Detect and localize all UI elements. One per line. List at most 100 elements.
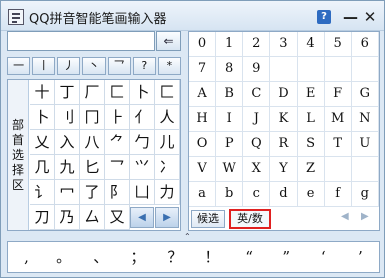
candidates-button[interactable]: 候选 bbox=[191, 210, 225, 228]
character-key[interactable]: d bbox=[270, 182, 298, 207]
radical-key[interactable]: 阝 bbox=[105, 180, 130, 205]
radical-key[interactable]: 匚 bbox=[155, 80, 180, 105]
character-key[interactable]: X bbox=[243, 157, 271, 182]
english-number-mode-button[interactable]: 英/数 bbox=[229, 209, 271, 229]
stroke-input-field[interactable] bbox=[7, 31, 155, 51]
punctuation-key[interactable]: ？ bbox=[156, 242, 193, 272]
radical-key[interactable]: 匕 bbox=[80, 155, 105, 180]
character-key[interactable]: L bbox=[297, 107, 325, 132]
radical-key[interactable]: 亻 bbox=[130, 105, 155, 130]
character-key[interactable]: T bbox=[324, 132, 352, 157]
radical-key[interactable]: 讠 bbox=[30, 180, 55, 205]
character-key[interactable]: W bbox=[216, 157, 244, 182]
key-prev-button[interactable]: ◀ bbox=[341, 211, 349, 222]
character-key[interactable]: D bbox=[270, 82, 298, 107]
character-key[interactable]: 0 bbox=[189, 32, 217, 57]
punctuation-key[interactable]: ‘ bbox=[305, 242, 342, 272]
character-key[interactable]: N bbox=[351, 107, 379, 132]
character-key[interactable]: C bbox=[243, 82, 271, 107]
radical-key[interactable]: 儿 bbox=[155, 130, 180, 155]
character-key[interactable]: A bbox=[189, 82, 217, 107]
punctuation-key[interactable]: 。 bbox=[45, 242, 82, 272]
radical-key[interactable]: 九 bbox=[55, 155, 80, 180]
title-bar[interactable]: QQ拼音智能笔画输入器 ? — ✕ bbox=[1, 1, 384, 31]
radical-next-button[interactable]: ▶ bbox=[155, 207, 179, 228]
character-key[interactable]: b bbox=[216, 182, 244, 207]
character-key[interactable]: f bbox=[324, 182, 352, 207]
radical-key[interactable]: 了 bbox=[80, 180, 105, 205]
character-key[interactable]: U bbox=[351, 132, 379, 157]
radical-key[interactable]: ⺈ bbox=[105, 130, 130, 155]
stroke-button-dian[interactable]: 丶 bbox=[82, 57, 106, 75]
character-key[interactable]: a bbox=[189, 182, 217, 207]
radical-key[interactable]: 卜 bbox=[30, 105, 55, 130]
radical-key[interactable]: 入 bbox=[55, 130, 80, 155]
character-key[interactable]: H bbox=[189, 107, 217, 132]
character-key[interactable]: e bbox=[297, 182, 325, 207]
radical-key[interactable]: 乛 bbox=[105, 155, 130, 180]
punctuation-key[interactable]: , bbox=[8, 242, 45, 272]
radical-key[interactable]: 乃 bbox=[55, 205, 80, 230]
radical-key[interactable]: 又 bbox=[105, 205, 130, 230]
character-key[interactable]: G bbox=[351, 82, 379, 107]
punctuation-key[interactable]: ’ bbox=[342, 242, 379, 272]
radical-key[interactable]: 冖 bbox=[55, 180, 80, 205]
key-next-button[interactable]: ▶ bbox=[361, 211, 369, 222]
radical-key[interactable]: 冫 bbox=[155, 155, 180, 180]
radical-prev-button[interactable]: ◀ bbox=[130, 207, 154, 228]
radical-key[interactable]: 冂 bbox=[80, 105, 105, 130]
radical-key[interactable]: 八 bbox=[80, 130, 105, 155]
radical-key[interactable]: ⺊ bbox=[105, 105, 130, 130]
character-key[interactable]: c bbox=[243, 182, 271, 207]
character-key[interactable]: R bbox=[270, 132, 298, 157]
stroke-button-pie[interactable]: 丿 bbox=[57, 57, 81, 75]
punctuation-key[interactable]: ！ bbox=[193, 242, 230, 272]
character-key[interactable]: E bbox=[297, 82, 325, 107]
punctuation-key[interactable]: ” bbox=[268, 242, 305, 272]
stroke-button-wildcard[interactable]: ? bbox=[132, 57, 156, 75]
character-key[interactable]: 1 bbox=[216, 32, 244, 57]
radical-key[interactable]: 刂 bbox=[55, 105, 80, 130]
radical-key[interactable]: 人 bbox=[155, 105, 180, 130]
character-key[interactable]: 7 bbox=[189, 57, 217, 82]
radical-key[interactable]: 勹 bbox=[130, 130, 155, 155]
close-button[interactable]: ✕ bbox=[363, 10, 377, 25]
character-key[interactable]: K bbox=[270, 107, 298, 132]
radical-key[interactable]: 力 bbox=[155, 180, 180, 205]
punctuation-key[interactable]: 、 bbox=[82, 242, 119, 272]
punctuation-key[interactable]: “ bbox=[231, 242, 268, 272]
collapse-toggle-icon[interactable]: ⌃ bbox=[184, 232, 191, 241]
radical-key[interactable]: 几 bbox=[30, 155, 55, 180]
radical-key[interactable]: ⺍ bbox=[130, 155, 155, 180]
character-key[interactable]: S bbox=[297, 132, 325, 157]
character-key[interactable]: 3 bbox=[270, 32, 298, 57]
radical-key[interactable]: 厶 bbox=[80, 205, 105, 230]
stroke-button-shu[interactable]: 丨 bbox=[32, 57, 56, 75]
radical-key[interactable]: 十 bbox=[30, 80, 55, 105]
radical-key[interactable]: 卜 bbox=[130, 80, 155, 105]
punctuation-key[interactable]: ； bbox=[119, 242, 156, 272]
character-key[interactable]: I bbox=[216, 107, 244, 132]
radical-key[interactable]: 丁 bbox=[55, 80, 80, 105]
character-key[interactable]: F bbox=[324, 82, 352, 107]
character-key[interactable]: 8 bbox=[216, 57, 244, 82]
minimize-button[interactable]: — bbox=[343, 10, 358, 25]
radical-key[interactable]: 刀 bbox=[30, 205, 55, 230]
character-key[interactable]: B bbox=[216, 82, 244, 107]
stroke-button-any[interactable]: * bbox=[157, 57, 181, 75]
character-key[interactable]: 6 bbox=[351, 32, 379, 57]
character-key[interactable]: J bbox=[243, 107, 271, 132]
radical-key[interactable]: 乂 bbox=[30, 130, 55, 155]
character-key[interactable]: Q bbox=[243, 132, 271, 157]
stroke-button-zhe[interactable]: 乛 bbox=[107, 57, 131, 75]
radical-key[interactable]: 凵 bbox=[130, 180, 155, 205]
stroke-button-heng[interactable]: 一 bbox=[7, 57, 31, 75]
character-key[interactable]: 4 bbox=[297, 32, 325, 57]
character-key[interactable]: Z bbox=[297, 157, 325, 182]
character-key[interactable]: Y bbox=[270, 157, 298, 182]
radical-key[interactable]: 厂 bbox=[80, 80, 105, 105]
character-key[interactable]: 2 bbox=[243, 32, 271, 57]
help-button[interactable]: ? bbox=[317, 10, 331, 24]
character-key[interactable]: 9 bbox=[243, 57, 271, 82]
character-key[interactable]: P bbox=[216, 132, 244, 157]
